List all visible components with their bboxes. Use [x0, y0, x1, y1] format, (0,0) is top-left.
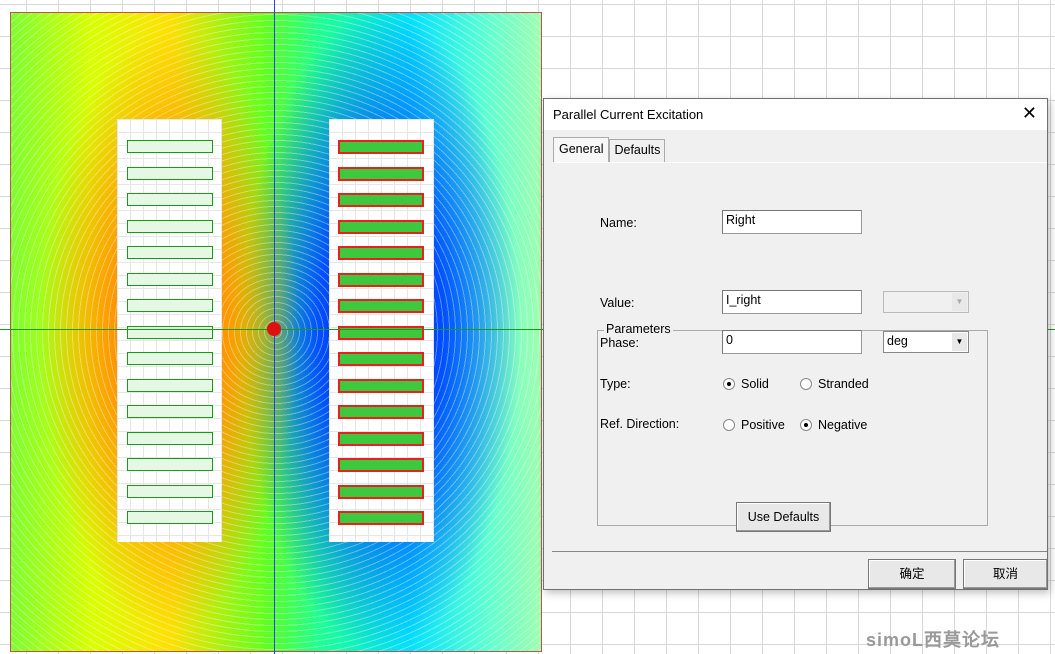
coil-turn[interactable] [127, 219, 213, 233]
close-icon[interactable]: ✕ [1022, 103, 1037, 124]
coil-turn[interactable] [338, 193, 424, 207]
left-coil[interactable] [117, 119, 222, 542]
coil-turn[interactable] [127, 299, 213, 312]
phase-unit: deg [887, 334, 908, 348]
coil-turn[interactable] [338, 405, 424, 419]
coil-turn[interactable] [127, 405, 213, 418]
coil-turn[interactable] [127, 166, 213, 180]
coil-turn[interactable] [127, 458, 213, 471]
coil-turn[interactable] [338, 352, 424, 366]
parameters-label: Parameters [604, 322, 673, 336]
use-defaults-button[interactable]: Use Defaults [736, 502, 831, 532]
radio-icon [723, 419, 735, 431]
coil-turn[interactable] [338, 140, 424, 154]
origin-marker [267, 322, 281, 336]
value-input[interactable]: I_right [722, 290, 862, 314]
tab-defaults[interactable]: Defaults [609, 139, 666, 162]
radio-label: Negative [818, 418, 868, 432]
tab-page: Name: Right Parameters Value: I_right ▼ … [552, 162, 1047, 552]
coil-turn[interactable] [338, 484, 424, 499]
radio-checked-icon [800, 419, 812, 431]
ref-negative-radio[interactable]: Negative [800, 418, 867, 432]
dialog-title: Parallel Current Excitation [544, 99, 1047, 130]
radio-label: Positive [741, 418, 785, 432]
coil-turn[interactable] [127, 193, 213, 206]
phase-input[interactable]: 0 [722, 330, 862, 354]
phase-unit-select[interactable]: deg ▼ [883, 331, 969, 353]
value-label: Value: [600, 296, 635, 310]
coil-turn[interactable] [127, 352, 213, 365]
value-unit-select[interactable]: ▼ [883, 291, 969, 313]
coil-turn[interactable] [338, 299, 424, 313]
type-stranded-radio[interactable]: Stranded [800, 377, 869, 391]
ok-button[interactable]: 确定 [868, 559, 956, 589]
coil-turn[interactable] [127, 511, 213, 524]
coil-turn[interactable] [338, 246, 424, 260]
type-label: Type: [600, 377, 631, 391]
phase-label: Phase: [600, 336, 639, 350]
type-solid-radio[interactable]: Solid [723, 377, 769, 391]
coil-turn[interactable] [338, 219, 424, 234]
coil-turn[interactable] [127, 431, 213, 445]
right-coil[interactable] [329, 119, 434, 542]
coil-turn[interactable] [338, 378, 424, 393]
radio-checked-icon [723, 378, 735, 390]
chevron-down-icon: ▼ [952, 293, 967, 311]
coil-turn[interactable] [127, 246, 213, 259]
coil-turn[interactable] [338, 458, 424, 472]
coil-turn[interactable] [127, 325, 213, 339]
radio-label: Solid [741, 377, 769, 391]
coil-turn[interactable] [338, 272, 424, 287]
coil-turn[interactable] [127, 484, 213, 498]
name-input[interactable]: Right [722, 210, 862, 234]
radio-label: Stranded [818, 377, 869, 391]
cancel-button[interactable]: 取消 [963, 559, 1047, 589]
watermark-logo: simoL西莫论坛 [866, 630, 1001, 650]
coil-turn[interactable] [127, 140, 213, 153]
parallel-current-excitation-dialog: Parallel Current Excitation ✕ General De… [543, 98, 1048, 590]
tab-general[interactable]: General [553, 137, 610, 162]
coil-turn[interactable] [338, 325, 424, 340]
coil-turn[interactable] [127, 378, 213, 392]
name-label: Name: [600, 216, 637, 230]
radio-icon [800, 378, 812, 390]
coil-turn[interactable] [338, 166, 424, 181]
chevron-down-icon: ▼ [952, 333, 967, 351]
coil-turn[interactable] [127, 272, 213, 286]
ref-direction-label: Ref. Direction: [600, 417, 680, 431]
ref-positive-radio[interactable]: Positive [723, 418, 785, 432]
coil-turn[interactable] [338, 431, 424, 446]
coil-turn[interactable] [338, 511, 424, 525]
